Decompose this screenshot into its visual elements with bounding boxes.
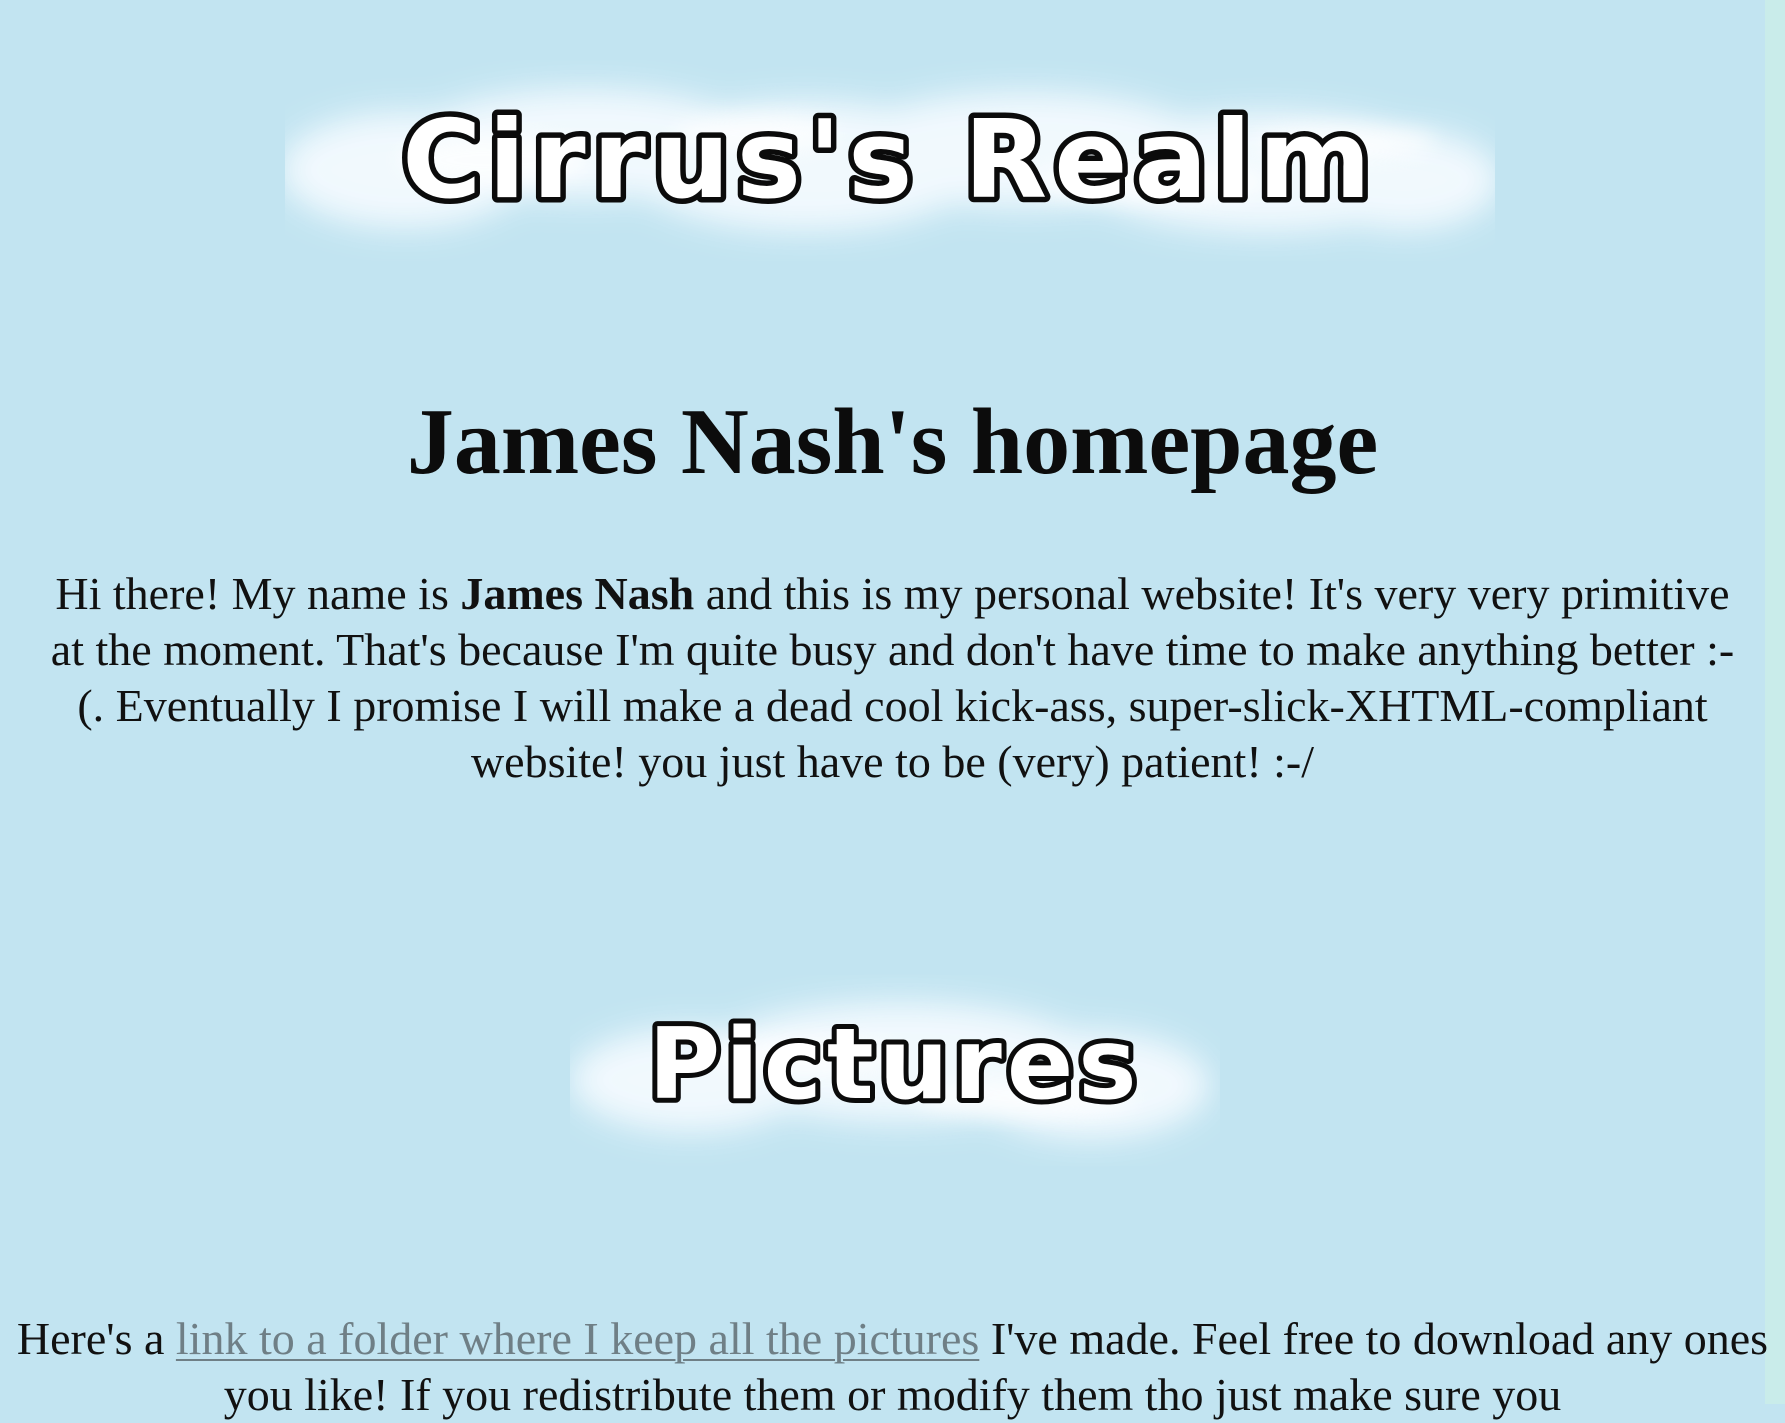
pictures-folder-link[interactable]: link to a folder where I keep all the pi… bbox=[176, 1313, 979, 1364]
page-title: James Nash's homepage bbox=[406, 390, 1379, 494]
author-name: James Nash bbox=[460, 568, 695, 619]
logo-text: Cirrus's Realm bbox=[402, 98, 1378, 223]
page-content: Cirrus's Realm James Nash's homepage Hi … bbox=[0, 0, 1768, 1420]
intro-paragraph: Hi there! My name is James Nash and this… bbox=[40, 566, 1745, 790]
cirrus-realm-logo: Cirrus's Realm bbox=[285, 89, 1495, 232]
right-edge-strip bbox=[1765, 0, 1785, 1404]
pictures-logo-text: Pictures bbox=[648, 1008, 1141, 1122]
pictures-heading-logo: Pictures bbox=[570, 1002, 1210, 1139]
pictures-paragraph: Here's a link to a folder where I keep a… bbox=[10, 1311, 1775, 1423]
intro-part-1: Hi there! My name is bbox=[55, 568, 461, 619]
pictures-text-before: Here's a bbox=[16, 1313, 176, 1364]
